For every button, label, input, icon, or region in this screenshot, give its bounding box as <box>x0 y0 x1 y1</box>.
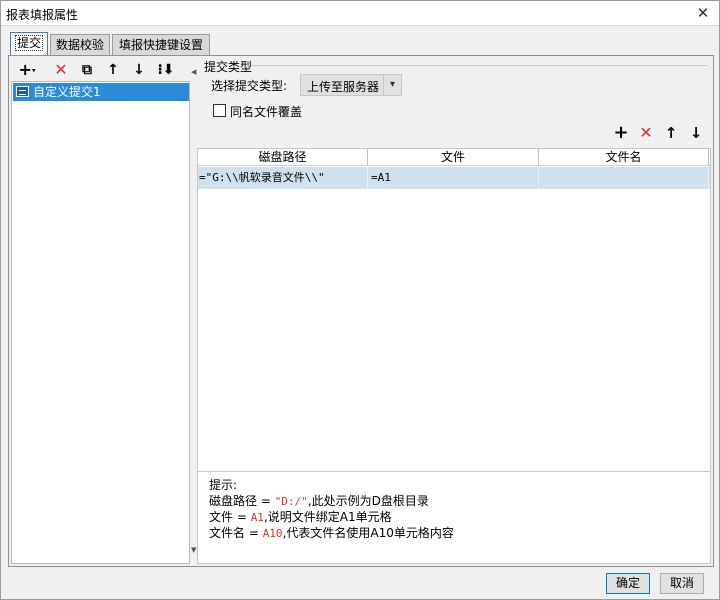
arrow-up-icon: ↑ <box>664 124 678 142</box>
window-title: 报表填报属性 <box>6 8 79 22</box>
column-header-path: 磁盘路径 <box>198 149 368 166</box>
hint-file: 文件 = A1,说明文件绑定A1单元格 <box>209 508 392 525</box>
close-icon[interactable]: ✕ <box>693 3 713 23</box>
table-row[interactable]: ="G:\\帆软录音文件\\" =A1 <box>198 167 710 189</box>
submit-settings: 提交类型 选择提交类型: 上传至服务器 ▾ 同名文件覆盖 + ✕ ↑ ↓ 磁盘路… <box>195 58 711 564</box>
move-up-button[interactable]: ↑ <box>103 60 123 80</box>
hint-filename: 文件名 = A10,代表文件名使用A10单元格内容 <box>209 524 454 541</box>
hint-path-code: "D:/" <box>274 495 308 508</box>
report-fill-properties-dialog: 报表填报属性 ✕ 提交 数据校验 填报快捷键设置 +▾ ✕ ⧉ ↑ ↓ ⁝⬇ 自… <box>0 0 720 600</box>
submit-type-value: 上传至服务器 <box>307 80 380 94</box>
move-to-bottom-button[interactable]: ⁝⬇ <box>155 60 177 80</box>
hint-filename-code: A10 <box>262 527 283 540</box>
list-item-label: 自定义提交1 <box>33 85 101 99</box>
submit-type-select[interactable]: 上传至服务器 ▾ <box>300 74 402 96</box>
tab-submit[interactable]: 提交 <box>10 32 48 56</box>
hint-file-code: A1 <box>250 511 264 524</box>
delete-icon: ✕ <box>54 60 68 79</box>
row-up-button[interactable]: ↑ <box>661 123 681 143</box>
cancel-button[interactable]: 取消 <box>660 573 704 594</box>
cell-filename[interactable] <box>539 167 709 189</box>
delete-submit-button[interactable]: ✕ <box>51 60 71 80</box>
form-icon <box>16 86 29 97</box>
tab-content-panel: +▾ ✕ ⧉ ↑ ↓ ⁝⬇ 自定义提交1 ◀ ▼ 提交类型 选择提交类型: 上传… <box>8 55 714 567</box>
hint-file-suffix: ,说明文件绑定A1单元格 <box>263 510 392 524</box>
arrow-up-icon: ↑ <box>107 62 119 78</box>
dropdown-caret-icon: ▾ <box>31 66 36 75</box>
overwrite-checkbox-label[interactable]: 同名文件覆盖 <box>230 103 302 120</box>
arrow-down-icon: ↓ <box>133 62 145 78</box>
list-item[interactable]: 自定义提交1 <box>13 83 189 101</box>
submit-type-label: 选择提交类型: <box>211 79 288 93</box>
delete-icon: ✕ <box>639 123 653 142</box>
hint-path: 磁盘路径 = "D:/",此处示例为D盘根目录 <box>209 492 429 509</box>
cell-file[interactable]: =A1 <box>368 167 539 189</box>
copy-icon: ⧉ <box>82 62 92 78</box>
title-bar: 报表填报属性 ✕ <box>1 1 719 26</box>
tab-data-validation[interactable]: 数据校验 <box>50 34 110 56</box>
hint-box: 提示: 磁盘路径 = "D:/",此处示例为D盘根目录 文件 = A1,说明文件… <box>197 472 711 564</box>
hint-file-prefix: 文件 = <box>209 510 251 524</box>
column-header-filename: 文件名 <box>539 149 709 166</box>
column-header-file: 文件 <box>368 149 539 166</box>
hint-path-prefix: 磁盘路径 = <box>209 494 275 508</box>
add-row-button[interactable]: + <box>611 123 631 143</box>
submit-list: 自定义提交1 <box>11 81 190 564</box>
plus-dropdown-icon: + <box>18 60 32 79</box>
hint-filename-prefix: 文件名 = <box>209 526 263 540</box>
tab-submit-label: 提交 <box>14 35 43 51</box>
hint-filename-suffix: ,代表文件名使用A10单元格内容 <box>282 526 454 540</box>
add-submit-button[interactable]: +▾ <box>15 60 39 80</box>
chevron-down-icon: ▾ <box>383 75 401 95</box>
row-down-button[interactable]: ↓ <box>686 123 706 143</box>
arrow-down-icon: ↓ <box>689 124 703 142</box>
plus-icon: + <box>613 122 629 143</box>
overwrite-checkbox[interactable] <box>213 104 226 117</box>
hint-path-suffix: ,此处示例为D盘根目录 <box>307 494 429 508</box>
file-table-toolbar: + ✕ ↑ ↓ <box>611 123 711 143</box>
delete-row-button[interactable]: ✕ <box>636 123 656 143</box>
move-bottom-icon: ⁝⬇ <box>157 62 175 78</box>
file-table: 磁盘路径 文件 文件名 ="G:\\帆软录音文件\\" =A1 <box>197 148 711 472</box>
submit-list-toolbar: +▾ ✕ ⧉ ↑ ↓ ⁝⬇ <box>11 60 191 82</box>
copy-submit-button[interactable]: ⧉ <box>77 60 97 80</box>
table-header: 磁盘路径 文件 文件名 <box>198 149 710 166</box>
move-down-button[interactable]: ↓ <box>129 60 149 80</box>
hint-title: 提示: <box>209 478 238 492</box>
ok-button[interactable]: 确定 <box>606 573 650 594</box>
section-divider <box>251 65 707 66</box>
submit-type-section-label: 提交类型 <box>204 60 253 74</box>
cell-path[interactable]: ="G:\\帆软录音文件\\" <box>198 167 368 189</box>
tab-shortcut-settings[interactable]: 填报快捷键设置 <box>112 34 210 56</box>
